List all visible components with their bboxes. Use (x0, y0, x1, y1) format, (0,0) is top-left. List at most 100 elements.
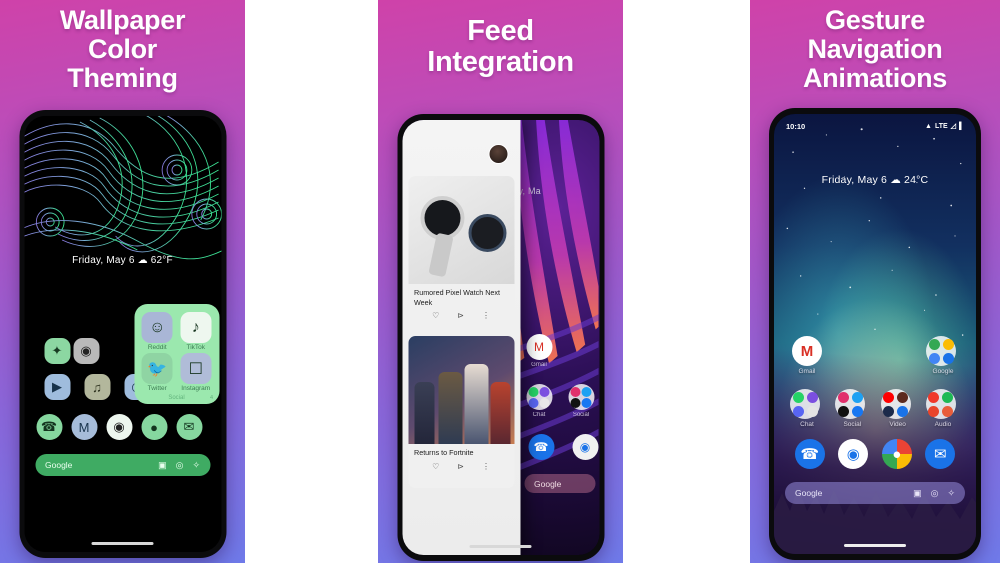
app-gmail[interactable]: M Gmail (526, 334, 552, 368)
folder-google[interactable]: Google (926, 336, 960, 375)
camera-icon[interactable]: ◉ (838, 439, 869, 469)
panel-1-headline: Wallpaper Color Theming (0, 0, 245, 93)
folder-chat[interactable]: Chat (790, 389, 824, 428)
character (464, 364, 488, 444)
phone-mockup-3: 10:10 ▲ LTE ◿ ▌ Friday, May 6 ☁ 24°C M G… (769, 108, 981, 560)
camera-icon[interactable]: ▣ (158, 460, 167, 471)
folder-app-twitter[interactable]: 🐦 Twitter (140, 353, 175, 392)
app-label: Twitter (147, 385, 167, 392)
card-actions: ♡ ⊳ ⋮ (408, 460, 514, 471)
messages-icon[interactable]: ✉ (176, 414, 202, 440)
folder-label: Chat (532, 412, 546, 418)
watch-face-icon (468, 214, 506, 252)
google-search-bar-2[interactable]: Google (524, 474, 595, 493)
share-icon[interactable]: ⊳ (457, 311, 464, 320)
chrome-icon[interactable]: ● (881, 439, 912, 469)
feed-card[interactable]: Returns to Fortnite ♡ ⊳ ⋮ (408, 336, 514, 488)
youtube-icon[interactable]: ▶ (44, 374, 70, 400)
dock-2: ☎ ◉ (528, 434, 598, 460)
headline-line: Gesture (825, 5, 925, 35)
gmail-icon: M (526, 334, 552, 360)
more-icon[interactable]: ⋮ (482, 311, 490, 320)
camera-icon[interactable]: ◉ (73, 338, 99, 364)
folder-app-instagram[interactable]: ☐ Instagram (179, 353, 214, 392)
folder-label: Video (889, 421, 906, 428)
feed-panel[interactable]: Rumored Pixel Watch Next Week ♡ ⊳ ⋮ Retu… (402, 120, 520, 555)
camera-icon[interactable]: ▣ (913, 488, 922, 499)
headline-line: Theming (67, 62, 178, 93)
panel-gap (245, 0, 378, 563)
status-bar: 10:10 ▲ LTE ◿ ▌ (774, 119, 976, 133)
phone-icon[interactable]: ☎ (36, 414, 62, 440)
assistant-icon[interactable]: ✧ (192, 460, 200, 471)
social-folder-icon (568, 384, 594, 410)
share-icon[interactable]: ⊳ (457, 462, 464, 471)
google-search-bar-1[interactable]: Google ▣ ◎ ✧ (35, 454, 210, 476)
character (414, 382, 434, 444)
messages-icon[interactable]: ✉ (925, 439, 956, 469)
phone-screen-3: 10:10 ▲ LTE ◿ ▌ Friday, May 6 ☁ 24°C M G… (774, 114, 976, 554)
wifi-icon: ▲ (925, 122, 932, 130)
phone-icon[interactable]: ☎ (528, 434, 554, 460)
folder-app-reddit[interactable]: ☺ Reddit (140, 312, 175, 351)
folder-audio[interactable]: Audio (925, 389, 960, 428)
battery-icon: ▌ (959, 122, 964, 130)
gesture-nav-bar[interactable] (844, 544, 906, 547)
folder-app-tiktok[interactable]: ♪ TikTok (179, 312, 214, 351)
folder-social[interactable]: Social (835, 389, 869, 428)
app-row: M Gmail Google (790, 336, 960, 375)
card-title: Returns to Fortnite (414, 448, 474, 457)
folder-video[interactable]: Video (880, 389, 915, 428)
panel-gap (623, 0, 750, 563)
twitter-icon: 🐦 (141, 353, 173, 384)
chrome-icon[interactable]: ◉ (106, 414, 132, 440)
maps-icon[interactable]: ● (141, 414, 167, 440)
tiktok-icon: ♪ (180, 312, 212, 343)
heart-icon[interactable]: ♡ (432, 311, 439, 320)
headline-line: Integration (427, 46, 574, 79)
search-label: Google (795, 488, 823, 498)
status-time: 10:10 (786, 121, 806, 131)
headline-line: Animations (802, 62, 947, 93)
spotify-icon[interactable]: ♫ (84, 374, 110, 400)
status-icons: ▲ LTE ◿ ▌ (925, 122, 964, 131)
cloud-icon: ☁ (137, 255, 148, 266)
avatar[interactable] (488, 144, 508, 164)
folder-label: Google (932, 368, 954, 375)
gesture-nav-bar[interactable] (469, 545, 532, 548)
phone-icon[interactable]: ☎ (794, 439, 825, 469)
temperature-text: 62°F (150, 255, 173, 266)
gmail-icon[interactable]: M (71, 414, 97, 440)
home-apps-2: M Gmail Chat Social (526, 334, 594, 434)
app-label: Reddit (147, 344, 167, 351)
instagram-icon: ☐ (180, 353, 212, 384)
character (490, 382, 510, 444)
folder-social[interactable]: Social (568, 384, 594, 418)
assistant-icon[interactable]: ✧ (947, 488, 955, 499)
gesture-nav-bar[interactable] (91, 542, 154, 545)
panel-wallpaper-color-theming: Wallpaper Color Theming Friday, May 6 ☁ … (0, 0, 245, 563)
phone-screen-2: Friday, Ma M Gmail (402, 120, 599, 555)
folder-chat[interactable]: Chat (526, 384, 552, 418)
google-search-bar-3[interactable]: Google ▣ ◎ ✧ (785, 482, 965, 504)
character (438, 372, 462, 444)
plex-icon[interactable]: ✦ (44, 338, 70, 364)
folder-social-open[interactable]: ☺ Reddit ♪ TikTok 🐦 Twitter ☐ Instagram … (134, 304, 219, 404)
date-weather-widget-3[interactable]: Friday, May 6 ☁ 24°C (774, 174, 976, 186)
lens-icon[interactable]: ◎ (176, 460, 184, 471)
date-weather-widget-1[interactable]: Friday, May 6 ☁ 62°F (24, 255, 221, 266)
app-label: Gmail (798, 368, 816, 375)
folder-row: Chat Social (790, 389, 960, 428)
more-icon[interactable]: ⋮ (482, 462, 490, 471)
feed-card[interactable]: Rumored Pixel Watch Next Week ♡ ⊳ ⋮ (408, 176, 514, 328)
phone-mockup-1: Friday, May 6 ☁ 62°F ✦ ◉ ▶ ♫ ◎ (19, 110, 226, 558)
social-folder-icon (835, 389, 866, 419)
folder-label: Audio (934, 421, 952, 428)
folder-title: Social (168, 395, 185, 401)
heart-icon[interactable]: ♡ (432, 462, 439, 471)
lens-icon[interactable]: ◎ (931, 488, 939, 499)
camera-icon[interactable]: ◉ (572, 434, 598, 460)
search-actions: ▣ ◎ ✧ (158, 460, 200, 471)
folder-row: Chat Social (526, 384, 594, 418)
app-gmail[interactable]: M Gmail (790, 336, 824, 375)
